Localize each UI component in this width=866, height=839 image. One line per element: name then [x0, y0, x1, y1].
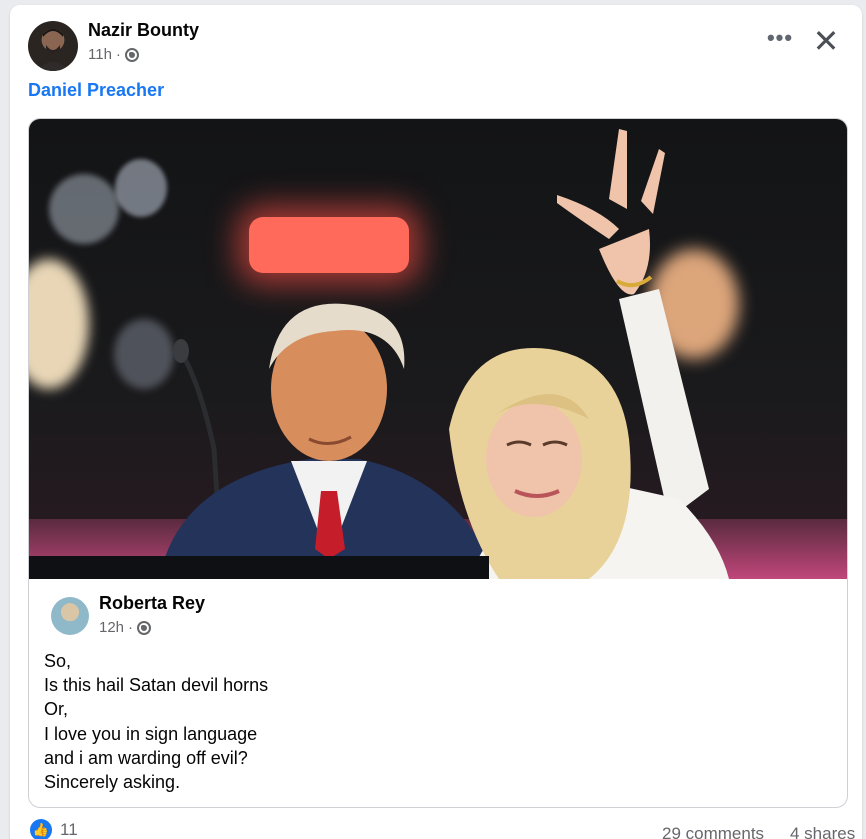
podium — [29, 556, 489, 579]
text-line: So, — [44, 651, 72, 671]
shares-count[interactable]: 4 shares — [790, 824, 855, 839]
shared-post-meta: 12h · — [99, 619, 152, 636]
author-avatar[interactable] — [28, 21, 78, 71]
shared-post-time[interactable]: 12h — [99, 619, 124, 636]
close-button[interactable]: ✕ — [808, 23, 844, 59]
shared-author-name[interactable]: Roberta Rey — [99, 593, 205, 614]
shared-author-avatar[interactable] — [51, 597, 89, 635]
mentioned-user-link[interactable]: Daniel Preacher — [28, 80, 164, 101]
text-line: and i am warding off evil? — [44, 747, 248, 768]
post-meta: 11h · — [88, 46, 139, 63]
text-line: Sincerely asking. — [44, 772, 181, 793]
more-options-button[interactable]: ••• — [762, 27, 798, 53]
reactions-summary[interactable]: 👍 11 — [30, 819, 78, 839]
like-icon: 👍 — [30, 819, 52, 839]
post-photo[interactable] — [29, 119, 847, 579]
meta-separator: · — [128, 619, 134, 636]
shared-post-text: So, Is this hail Satan devil horns Or, I… — [44, 649, 268, 794]
comments-count[interactable]: 29 comments — [662, 824, 764, 839]
post-time[interactable]: 11h — [88, 46, 112, 63]
text-line: I love you in sign language — [44, 723, 258, 744]
meta-separator: · — [115, 46, 121, 63]
photo-figures — [159, 129, 729, 579]
globe-icon — [137, 620, 152, 635]
post-card: Nazir Bounty 11h · ••• ✕ Daniel Preacher — [10, 5, 862, 839]
reactions-count[interactable]: 11 — [60, 820, 78, 839]
text-line: Is this hail Satan devil horns — [44, 675, 269, 696]
text-line: Or, — [44, 699, 69, 720]
author-name[interactable]: Nazir Bounty — [88, 20, 199, 41]
shared-post[interactable]: Roberta Rey 12h · So, Is this hail Satan… — [28, 118, 848, 808]
globe-icon — [124, 47, 139, 62]
